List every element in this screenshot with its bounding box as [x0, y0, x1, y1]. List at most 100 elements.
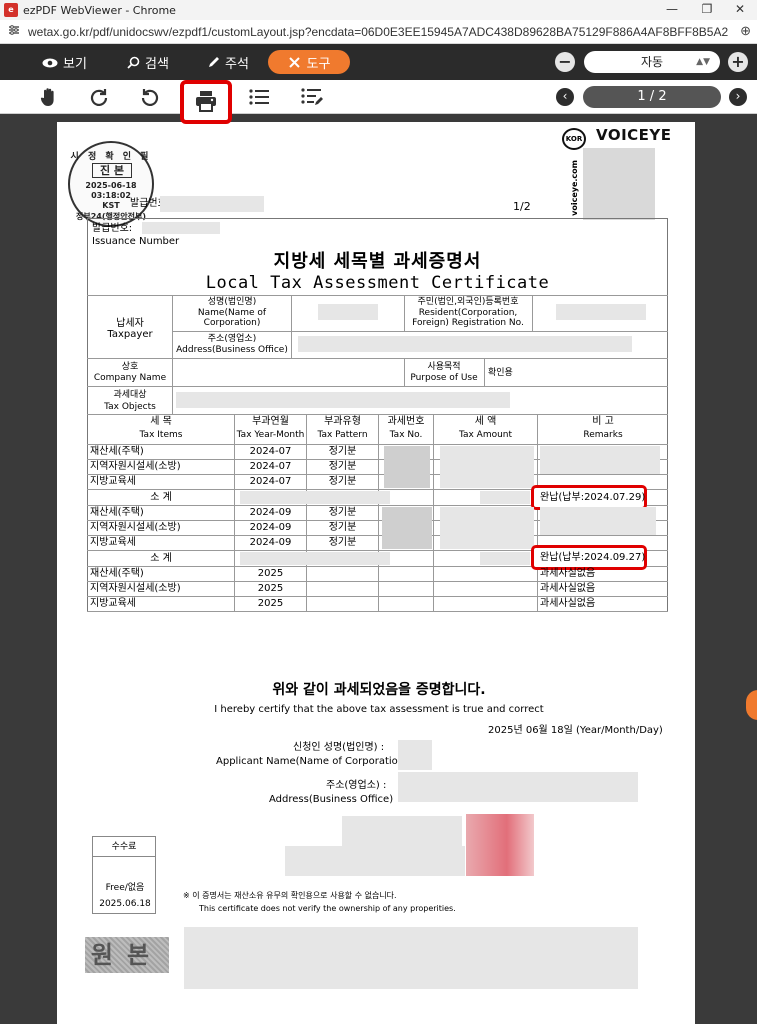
col-amount-en: Tax Amount	[458, 430, 513, 440]
tax-objects-label-en: Tax Objects	[104, 402, 156, 412]
rotate-cw-button[interactable]	[87, 85, 111, 109]
annotate-label: 주석	[225, 57, 249, 72]
row7-item: 재산세(주택)	[90, 568, 144, 579]
tax-objects-label-ko: 과세대상	[113, 390, 147, 400]
fee-box: 수수료 Free/없음 2025.06.18	[92, 836, 156, 914]
prev-page-button[interactable]: ‹	[556, 88, 574, 106]
restore-button[interactable]: ❐	[690, 0, 724, 20]
annotation-list-button[interactable]	[300, 85, 324, 109]
applicant-label-ko: 신청인 성명(법인명) :	[293, 742, 385, 753]
applicant-address-label-ko: 주소(영업소) :	[326, 780, 387, 791]
row4-ym: 2024-09	[249, 507, 292, 518]
subtotal1-label: 소 계	[150, 492, 172, 503]
zoom-value: 자동	[640, 55, 664, 69]
voiceye-site: voiceye.com	[570, 160, 579, 216]
list-edit-icon	[301, 88, 323, 105]
redacted-issuance-number	[142, 222, 220, 234]
zoom-in-button[interactable]: +	[728, 52, 748, 72]
site-info-icon[interactable]	[8, 24, 22, 39]
col-remarks-ko: 비 고	[592, 416, 614, 427]
applicant-label-en: Applicant Name(Name of Corporation)	[216, 756, 409, 767]
search-button[interactable]: 검색	[127, 53, 169, 72]
purpose-label-ko: 사용목적	[427, 362, 461, 372]
company-label-en: Company Name	[93, 373, 167, 383]
page-indicator[interactable]: 1 / 2	[583, 86, 721, 108]
row5-pattern: 정기분	[328, 522, 357, 533]
address-bar[interactable]: wetax.go.kr/pdf/unidocswv/ezpdf1/customL…	[0, 20, 757, 44]
search-icon	[127, 56, 140, 69]
minimize-button[interactable]: —	[655, 0, 689, 20]
rotate-ccw-button[interactable]	[138, 85, 162, 109]
col-remarks-en: Remarks	[583, 430, 623, 440]
pen-icon	[209, 57, 219, 67]
row3-item: 지방교육세	[90, 476, 136, 487]
window-titlebar: e ezPDF WebViewer - Chrome — ❐ ✕	[0, 0, 757, 20]
applicant-address-label-en: Address(Business Office)	[269, 794, 394, 805]
redacted-remarks-group2	[540, 507, 656, 535]
tools-label: 도구	[306, 56, 331, 72]
paid-highlight-2: 완납(납부:2024.09.27)	[531, 545, 647, 570]
redacted-issue-number-top	[160, 196, 264, 212]
col-amount-ko: 세 액	[474, 416, 497, 427]
zoom-icon[interactable]: ⊕	[740, 23, 751, 39]
issue-date: 2025년 06월 18일 (Year/Month/Day)	[488, 725, 663, 736]
redacted-issuer-line	[342, 816, 462, 846]
col-pattern-ko: 부과유형	[324, 416, 361, 427]
redacted-subtotal1	[240, 491, 390, 504]
print-icon	[196, 91, 216, 112]
print-button[interactable]	[195, 90, 217, 116]
view-button[interactable]: 보기	[42, 53, 87, 72]
row5-ym: 2024-09	[249, 522, 292, 533]
window-title: ezPDF WebViewer - Chrome	[23, 3, 176, 17]
redacted-subtotal2-amount	[480, 552, 530, 565]
side-panel-tab[interactable]	[746, 690, 757, 720]
redacted-address	[298, 336, 632, 352]
zoom-select[interactable]: 자동 ▲▼	[584, 51, 720, 73]
redacted-applicant-address	[398, 772, 638, 802]
col-year-en: Tax Year-Month	[236, 430, 305, 440]
tools-icon	[288, 56, 300, 68]
close-window-button[interactable]: ✕	[723, 0, 757, 20]
page-number: 1/2	[513, 200, 531, 213]
annotate-button[interactable]: 주석	[207, 53, 249, 72]
row9-remark: 과세사실없음	[540, 598, 596, 609]
viewer-secondary-toolbar: ‹ 1 / 2 ›	[0, 80, 757, 124]
viewer-main-toolbar: 보기 검색 주석 도구 − 자동 ▲▼ +	[0, 44, 757, 80]
seal-ring-text: 시 정 확 인 필	[70, 152, 152, 162]
row4-pattern: 정기분	[328, 507, 357, 518]
eye-icon	[42, 58, 58, 67]
rotate-counterclockwise-icon	[141, 89, 159, 106]
fee-value: Free/없음	[105, 883, 145, 893]
seal-date: 2025-06-18	[85, 181, 137, 190]
col-items-ko: 세 목	[150, 416, 172, 427]
redacted-remarks-group1	[540, 446, 660, 474]
row2-item: 지역자원시설세(소방)	[90, 461, 181, 472]
footnote-ko: ※ 이 증명서는 재산소유 유무의 확인용으로 사용할 수 없습니다.	[183, 891, 397, 900]
name-label-en1: Name(Name of	[197, 308, 267, 318]
print-button-highlight[interactable]	[180, 80, 232, 124]
redacted-tax-objects	[176, 392, 510, 408]
outline-button[interactable]	[247, 85, 271, 109]
redacted-subtotal1-amount	[480, 491, 530, 504]
row9-ym: 2025	[257, 598, 284, 609]
next-page-button[interactable]: ›	[729, 88, 747, 106]
zoom-out-button[interactable]: −	[555, 52, 575, 72]
purpose-value: 확인용	[488, 368, 513, 378]
redacted-issuer-name	[285, 846, 465, 876]
hand-tool-button[interactable]	[37, 85, 61, 109]
col-pattern-en: Tax Pattern	[317, 430, 368, 440]
fee-label: 수수료	[93, 837, 155, 857]
row8-item: 지역자원시설세(소방)	[90, 583, 181, 594]
redacted-tax-no-group1	[384, 446, 430, 488]
row7-ym: 2025	[257, 568, 284, 579]
tools-button[interactable]: 도구	[268, 50, 350, 74]
row8-remark: 과세사실없음	[540, 583, 596, 594]
col-no-en: Tax No.	[389, 430, 423, 440]
redacted-registration-number	[556, 304, 646, 320]
url-text[interactable]: wetax.go.kr/pdf/unidocswv/ezpdf1/customL…	[28, 25, 728, 39]
voiceye-kor-badge: KOR	[562, 128, 586, 150]
rotate-clockwise-icon	[90, 89, 108, 106]
authentication-seal: 시 정 확 인 필 진 본 2025-06-18 03:18:02 KST 정부…	[68, 141, 154, 227]
row1-ym: 2024-07	[249, 446, 292, 457]
redacted-tax-no-group2	[382, 507, 432, 549]
